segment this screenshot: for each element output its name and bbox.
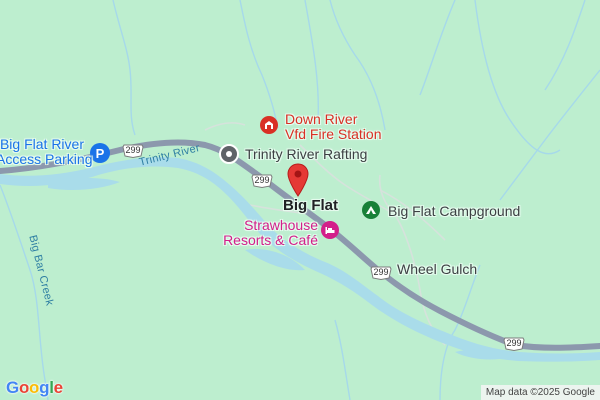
google-logo-letter: e [53,378,63,397]
campground-label[interactable]: Big Flat Campground [388,203,520,219]
hotel-icon[interactable] [321,221,339,239]
google-logo-letter: g [39,378,50,397]
strawhouse-label[interactable]: Strawhouse Resorts & Café [222,218,318,248]
rafting-label[interactable]: Trinity River Rafting [245,146,367,162]
strawhouse-label-line: Strawhouse [244,217,318,233]
map-attribution[interactable]: Map data ©2025 Google [480,385,600,400]
fire-station-label-line: Down River [285,111,358,127]
location-pin-icon[interactable] [287,163,309,202]
parking-label-line: Big Flat River [0,136,84,152]
fire-station-label[interactable]: Down River Vfd Fire Station [285,112,382,142]
highway-299-shield: 299 [370,266,392,280]
fire-station-label-line: Vfd Fire Station [285,126,382,142]
google-logo[interactable]: Google [6,378,63,398]
wheel-gulch-label[interactable]: Wheel Gulch [397,261,477,277]
fire-station-icon[interactable] [260,116,278,134]
tent-icon[interactable] [362,201,380,219]
strawhouse-label-line: Resorts & Café [223,232,318,248]
google-logo-letter: o [29,378,40,397]
parking-label[interactable]: Big Flat River Access Parking [0,136,93,167]
google-logo-letter: o [18,378,30,397]
highway-299-shield: 299 [251,174,273,188]
parking-icon[interactable]: P [90,143,110,163]
highway-299-shield: 299 [503,337,525,351]
google-logo-letter: G [6,378,19,397]
map-canvas[interactable]: 299 299 299 299 Trinity River Big Bar Cr… [0,0,600,400]
parking-label-line: Access Parking [0,151,93,167]
river-sandbar [48,178,120,190]
location-icon[interactable] [219,144,239,164]
